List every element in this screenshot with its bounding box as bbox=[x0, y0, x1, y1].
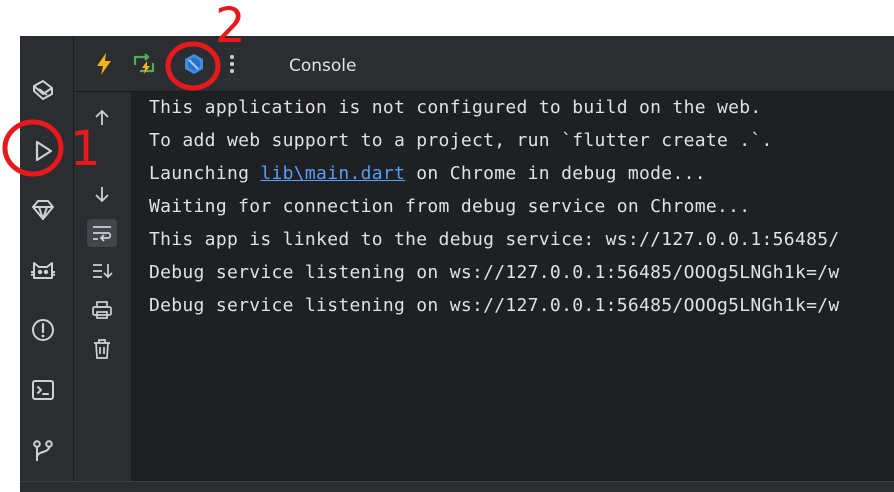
hot-restart-icon[interactable] bbox=[132, 52, 156, 76]
console-line: Launching lib\main.dart on Chrome in deb… bbox=[149, 163, 706, 184]
status-bar bbox=[20, 481, 894, 492]
console-output: This application is not configured to bu… bbox=[132, 92, 894, 491]
arrow-down-icon[interactable] bbox=[87, 180, 117, 208]
more-options-icon[interactable] bbox=[220, 52, 244, 76]
flutter-inspector-icon[interactable] bbox=[29, 76, 57, 104]
console-line: This app is linked to the debug service:… bbox=[149, 229, 840, 250]
tab-console[interactable]: Console bbox=[289, 56, 357, 76]
gem-icon[interactable] bbox=[29, 196, 57, 224]
ide-window: Console This application is not configur… bbox=[20, 36, 894, 491]
dart-devtools-icon[interactable] bbox=[182, 52, 206, 76]
console-line: To add web support to a project, run `fl… bbox=[149, 130, 773, 151]
scroll-to-end-icon[interactable] bbox=[87, 257, 117, 285]
console-line: This application is not configured to bu… bbox=[149, 97, 762, 118]
problems-icon[interactable] bbox=[29, 316, 57, 344]
soft-wrap-icon[interactable] bbox=[87, 219, 117, 247]
console-line-suffix: on Chrome in debug mode... bbox=[405, 163, 706, 184]
git-icon[interactable] bbox=[29, 437, 57, 465]
main-dart-link[interactable]: lib\main.dart bbox=[260, 163, 405, 184]
trash-icon[interactable] bbox=[87, 335, 117, 363]
tool-window-strip bbox=[20, 36, 74, 491]
print-icon[interactable] bbox=[87, 296, 117, 324]
console-actions bbox=[74, 92, 132, 491]
hot-reload-icon[interactable] bbox=[92, 52, 116, 76]
console-line: Debug service listening on ws://127.0.0.… bbox=[149, 262, 840, 283]
console-line: Waiting for connection from debug servic… bbox=[149, 196, 751, 217]
console-line: Debug service listening on ws://127.0.0.… bbox=[149, 295, 840, 316]
run-toolbar: Console bbox=[74, 36, 894, 92]
run-icon[interactable] bbox=[29, 137, 57, 165]
terminal-icon[interactable] bbox=[29, 376, 57, 404]
arrow-up-icon[interactable] bbox=[87, 104, 117, 132]
console-line-prefix: Launching bbox=[149, 163, 261, 184]
cat-icon[interactable] bbox=[29, 257, 57, 285]
